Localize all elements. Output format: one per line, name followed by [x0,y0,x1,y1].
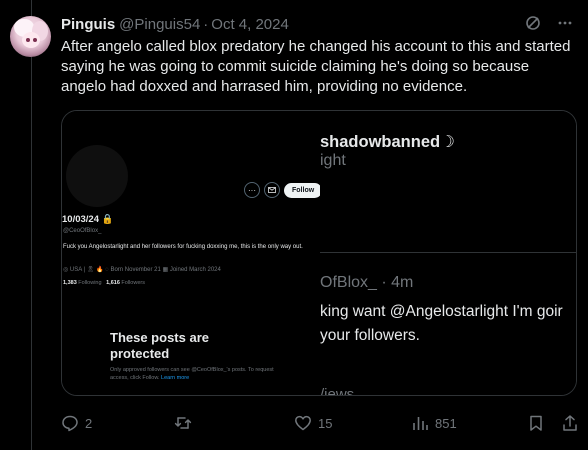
tweet-text: After angelo called blox predatory he ch… [61,38,571,95]
author-avatar[interactable] [10,16,51,57]
post-line-3: OfBlox_ · 4m [320,274,414,291]
retweet-icon [174,417,192,429]
profile-screenshot: ··· Follow 10/03/24 🔒 @CeoOfBlox_ Fuck y… [62,111,323,395]
protected-body: Only approved followers can see @CeoOfBl… [110,367,274,381]
inner-more-icon: ··· [244,182,260,198]
share-icon [563,415,577,431]
tweet-action-bar: 2 15 851 [61,414,581,434]
post-line-6: /iews [320,386,355,396]
reply-count: 2 [85,415,93,431]
analytics-icon [413,417,428,430]
like-button[interactable]: 15 [294,414,332,432]
inner-follow-button: Follow [284,182,323,198]
author-handle[interactable]: @Pinguis54 [119,16,200,33]
author-name[interactable]: Pinguis [61,16,115,33]
post-line-4: king want @Angelostarlight I'm goir [320,303,563,320]
post-line-5: your followers. [320,327,420,344]
inner-profile-actions: ··· Follow [244,182,323,198]
inner-bio: Fuck you Angelostarlight and her followe… [63,244,303,250]
separator-dot: · [203,15,209,33]
share-button[interactable] [561,414,579,432]
protected-title: These posts are protected [110,330,209,361]
inner-message-icon [264,182,280,198]
tweet-media-image[interactable]: ··· Follow 10/03/24 🔒 @CeoOfBlox_ Fuck y… [61,110,577,396]
inner-follow-counts: 1,383 Following 1,616 Followers [63,280,145,286]
inner-meta: ◎ USA | 🎗 🔥 ◌ Born November 21 ▦ Joined … [63,267,221,273]
retweet-button[interactable] [174,414,198,432]
more-options-icon[interactable] [556,14,574,32]
inner-handle: @CeoOfBlox_ [63,228,102,234]
lock-icon: 🔒 [101,214,114,225]
post-line-1: shadowbanned☽ [320,133,455,151]
post-divider [320,252,576,253]
like-count: 15 [318,415,333,431]
inner-display-name: 10/03/24 🔒 [62,214,114,225]
reply-button[interactable]: 2 [61,414,92,432]
reply-icon [62,415,78,432]
heart-icon [295,415,311,431]
views-button[interactable]: 851 [411,414,457,432]
tweet-header: Pinguis @Pinguis54 · Oct 4, 2024 [61,14,574,34]
bookmark-icon [530,415,542,431]
grok-icon[interactable] [524,14,542,32]
post-screenshot: shadowbanned☽ ight OfBlox_ · 4m king wan… [320,111,576,396]
thread-line [31,0,32,450]
view-count: 851 [435,415,457,431]
post-line-2: ight [320,152,346,169]
bookmark-button[interactable] [527,414,545,432]
inner-avatar [66,145,128,207]
tweet-date[interactable]: Oct 4, 2024 [211,16,289,33]
